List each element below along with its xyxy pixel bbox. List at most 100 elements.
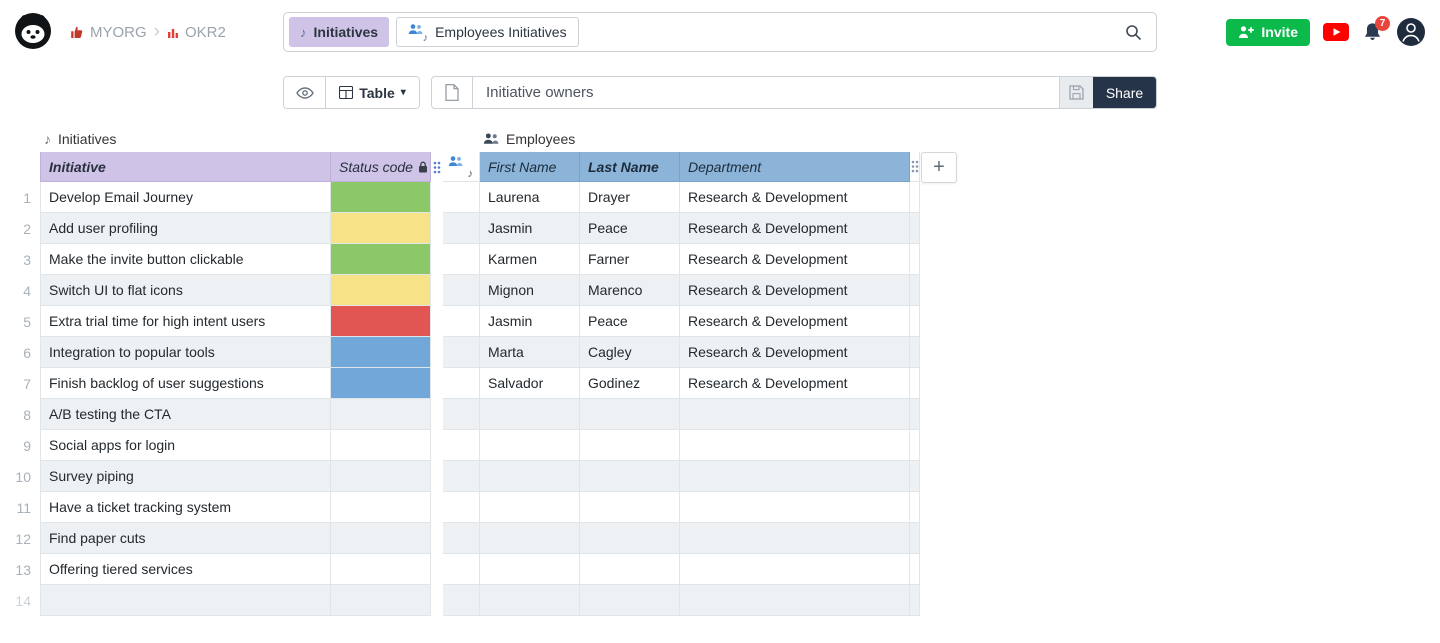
cell-first-name[interactable]: Jasmin [480, 213, 580, 244]
row-number[interactable]: 8 [0, 399, 40, 430]
breadcrumb-org[interactable]: MYORG [70, 24, 147, 41]
view-title-input[interactable] [473, 77, 1059, 108]
cell-status-code[interactable] [331, 461, 431, 492]
row-number[interactable]: 9 [0, 430, 40, 461]
save-button[interactable] [1059, 77, 1093, 108]
row-number[interactable]: 7 [0, 368, 40, 399]
cell-status-code[interactable] [331, 430, 431, 461]
row-number[interactable]: 1 [0, 182, 40, 213]
cell-initiative[interactable]: Add user profiling [40, 213, 331, 244]
column-drag-handle[interactable] [431, 152, 443, 182]
cell-relation[interactable] [443, 430, 480, 461]
cell-relation[interactable] [443, 213, 480, 244]
cell-last-name[interactable] [580, 399, 680, 430]
cell-department[interactable] [680, 554, 910, 585]
row-number[interactable]: 5 [0, 306, 40, 337]
cell-initiative[interactable]: A/B testing the CTA [40, 399, 331, 430]
cell-first-name[interactable] [480, 585, 580, 616]
cell-initiative[interactable]: Switch UI to flat icons [40, 275, 331, 306]
cell-first-name[interactable] [480, 461, 580, 492]
row-number[interactable]: 11 [0, 492, 40, 523]
add-column-button[interactable]: + [921, 152, 957, 183]
cell-department[interactable]: Research & Development [680, 368, 910, 399]
cell-last-name[interactable]: Peace [580, 306, 680, 337]
cell-first-name[interactable] [480, 523, 580, 554]
relation-column-header[interactable]: ♪ [443, 152, 480, 182]
cell-relation[interactable] [443, 554, 480, 585]
share-button[interactable]: Share [1093, 77, 1156, 108]
view-type-dropdown[interactable]: Table ▾ [326, 77, 419, 108]
row-number[interactable]: 3 [0, 244, 40, 275]
cell-status-code[interactable] [331, 399, 431, 430]
cell-relation[interactable] [443, 182, 480, 213]
cell-department[interactable] [680, 523, 910, 554]
breadcrumb-workspace[interactable]: OKR2 [167, 24, 226, 41]
cell-last-name[interactable]: Farner [580, 244, 680, 275]
app-logo[interactable] [14, 12, 52, 50]
cell-first-name[interactable] [480, 399, 580, 430]
cell-department[interactable]: Research & Development [680, 337, 910, 368]
row-number[interactable]: 14 [0, 585, 40, 616]
cell-status-code[interactable] [331, 213, 431, 244]
cell-department[interactable]: Research & Development [680, 244, 910, 275]
cell-relation[interactable] [443, 399, 480, 430]
cell-department[interactable]: Research & Development [680, 213, 910, 244]
cell-status-code[interactable] [331, 585, 431, 616]
cell-initiative[interactable]: Make the invite button clickable [40, 244, 331, 275]
cell-first-name[interactable]: Mignon [480, 275, 580, 306]
row-number[interactable]: 12 [0, 523, 40, 554]
cell-status-code[interactable] [331, 275, 431, 306]
invite-button[interactable]: Invite [1226, 18, 1310, 46]
cell-department[interactable] [680, 492, 910, 523]
row-number[interactable]: 2 [0, 213, 40, 244]
column-header-department[interactable]: Department [680, 152, 910, 182]
cell-initiative[interactable]: Find paper cuts [40, 523, 331, 554]
cell-relation[interactable] [443, 585, 480, 616]
cell-last-name[interactable] [580, 461, 680, 492]
cell-first-name[interactable] [480, 554, 580, 585]
cell-last-name[interactable]: Godinez [580, 368, 680, 399]
cell-initiative[interactable] [40, 585, 331, 616]
cell-initiative[interactable]: Survey piping [40, 461, 331, 492]
cell-relation[interactable] [443, 461, 480, 492]
notifications-bell[interactable]: 7 [1362, 15, 1390, 43]
cell-relation[interactable] [443, 275, 480, 306]
cell-initiative[interactable]: Offering tiered services [40, 554, 331, 585]
cell-last-name[interactable] [580, 523, 680, 554]
cell-relation[interactable] [443, 492, 480, 523]
tab-initiatives[interactable]: ♪ Initiatives [289, 17, 390, 47]
youtube-icon[interactable] [1323, 23, 1349, 41]
visibility-button[interactable] [284, 77, 326, 108]
row-number[interactable]: 10 [0, 461, 40, 492]
cell-initiative[interactable]: Social apps for login [40, 430, 331, 461]
row-number[interactable]: 13 [0, 554, 40, 585]
row-number[interactable]: 6 [0, 337, 40, 368]
cell-first-name[interactable]: Marta [480, 337, 580, 368]
cell-status-code[interactable] [331, 244, 431, 275]
column-header-first-name[interactable]: First Name [480, 152, 580, 182]
column-header-initiative[interactable]: Initiative [40, 152, 331, 182]
cell-last-name[interactable] [580, 585, 680, 616]
cell-initiative[interactable]: Finish backlog of user suggestions [40, 368, 331, 399]
cell-relation[interactable] [443, 368, 480, 399]
column-header-last-name[interactable]: Last Name [580, 152, 680, 182]
cell-status-code[interactable] [331, 492, 431, 523]
cell-last-name[interactable] [580, 430, 680, 461]
cell-initiative[interactable]: Integration to popular tools [40, 337, 331, 368]
cell-department[interactable] [680, 399, 910, 430]
cell-first-name[interactable] [480, 430, 580, 461]
cell-initiative[interactable]: Extra trial time for high intent users [40, 306, 331, 337]
document-icon[interactable] [432, 77, 473, 108]
search-icon[interactable] [1125, 24, 1142, 46]
cell-last-name[interactable]: Marenco [580, 275, 680, 306]
cell-initiative[interactable]: Develop Email Journey [40, 182, 331, 213]
cell-first-name[interactable]: Laurena [480, 182, 580, 213]
cell-status-code[interactable] [331, 182, 431, 213]
cell-first-name[interactable] [480, 492, 580, 523]
cell-initiative[interactable]: Have a ticket tracking system [40, 492, 331, 523]
cell-status-code[interactable] [331, 306, 431, 337]
cell-first-name[interactable]: Karmen [480, 244, 580, 275]
cell-last-name[interactable]: Drayer [580, 182, 680, 213]
tab-employees-initiatives[interactable]: ♪ Employees Initiatives [396, 17, 579, 47]
cell-department[interactable] [680, 585, 910, 616]
